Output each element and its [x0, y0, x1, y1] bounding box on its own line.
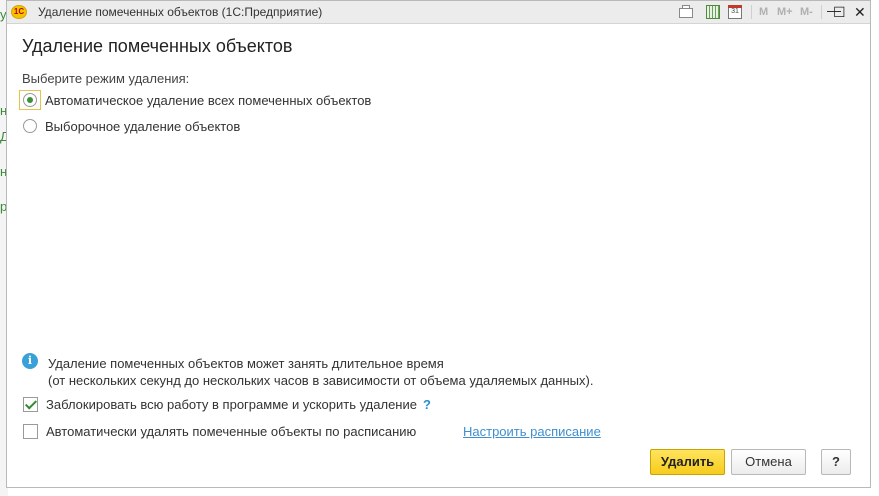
schedule-checkbox[interactable] — [23, 424, 38, 439]
calculator-icon[interactable] — [706, 5, 720, 19]
dialog-content: Удаление помеченных объектов Выберите ре… — [7, 23, 870, 487]
lock-work-checkbox-row[interactable]: Заблокировать всю работу в программе и у… — [23, 397, 431, 412]
radio-button-selected[interactable] — [23, 93, 37, 107]
cancel-button[interactable]: Отмена — [731, 449, 806, 475]
memory-plus-button[interactable]: M+ — [777, 6, 793, 18]
radio-option-label: Автоматическое удаление всех помеченных … — [45, 92, 372, 108]
close-button[interactable]: ✕ — [854, 4, 866, 20]
memory-minus-button[interactable]: M- — [800, 6, 813, 18]
configure-schedule-link[interactable]: Настроить расписание — [463, 424, 601, 439]
dialog-window: 1С Удаление помеченных объектов (1С:Пред… — [6, 0, 871, 488]
maximize-button[interactable]: ☐ — [833, 4, 846, 20]
schedule-label: Автоматически удалять помеченные объекты… — [46, 424, 417, 439]
radio-button[interactable] — [23, 119, 37, 133]
schedule-checkbox-row[interactable]: Автоматически удалять помеченные объекты… — [23, 424, 416, 439]
radio-option-label: Выборочное удаление объектов — [45, 118, 241, 134]
app-logo-icon: 1С — [11, 5, 27, 19]
lock-work-label: Заблокировать всю работу в программе и у… — [46, 397, 417, 412]
info-text-line-2: (от нескольких секунд до нескольких часо… — [48, 373, 594, 388]
radio-option-selective[interactable]: Выборочное удаление объектов — [23, 117, 240, 135]
lock-work-checkbox[interactable] — [23, 397, 38, 412]
print-icon[interactable] — [679, 5, 693, 18]
delete-button[interactable]: Удалить — [650, 449, 725, 475]
help-button[interactable]: ? — [821, 449, 851, 475]
radio-option-automatic[interactable]: Автоматическое удаление всех помеченных … — [23, 91, 371, 109]
toolbar-separator — [821, 5, 822, 19]
help-question-icon[interactable]: ? — [423, 397, 431, 412]
mode-prompt-label: Выберите режим удаления: — [22, 71, 190, 86]
toolbar-separator — [751, 5, 752, 19]
calendar-icon[interactable]: 31 — [728, 5, 742, 19]
window-title: Удаление помеченных объектов (1С:Предпри… — [38, 5, 323, 19]
memory-m-button[interactable]: M — [759, 6, 768, 18]
info-text-line-1: Удаление помеченных объектов может занят… — [48, 356, 444, 371]
info-icon: i — [22, 353, 38, 369]
title-bar[interactable]: 1С Удаление помеченных объектов (1С:Пред… — [7, 1, 870, 24]
page-title: Удаление помеченных объектов — [22, 36, 293, 56]
